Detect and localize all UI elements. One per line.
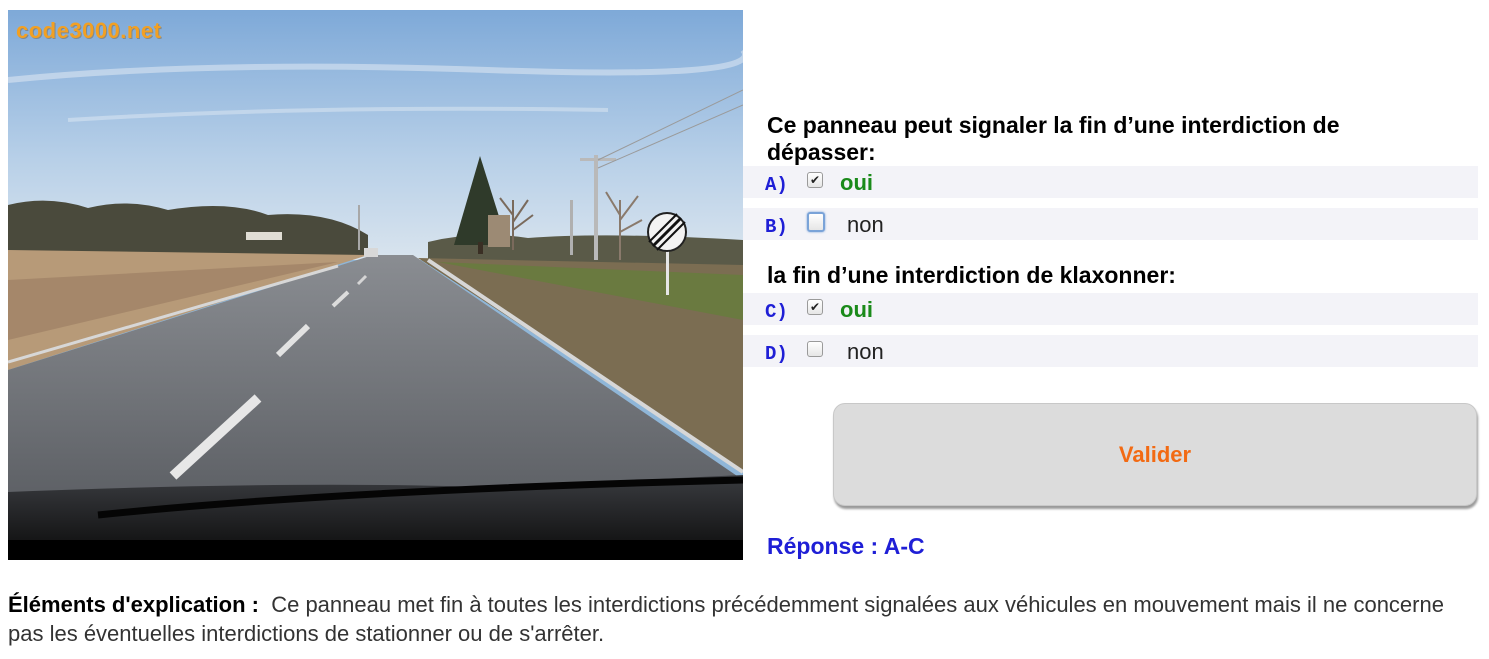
checkbox-b[interactable]	[807, 212, 825, 232]
explanation: Éléments d'explication : Ce panneau met …	[8, 590, 1478, 648]
option-d[interactable]: D) non	[743, 335, 1478, 367]
option-letter: A)	[765, 174, 788, 196]
option-letter: D)	[765, 343, 788, 365]
question-2-title: la fin d’une interdiction de klaxonner:	[767, 262, 1176, 288]
watermark: code3000.net	[16, 18, 162, 43]
checkbox-d[interactable]	[807, 341, 823, 357]
response-text: Réponse : A-C	[767, 533, 925, 559]
road-photo: code3000.net	[8, 10, 743, 560]
option-label: non	[847, 212, 884, 237]
option-c[interactable]: C) oui	[743, 293, 1478, 325]
checkbox-c[interactable]	[807, 299, 823, 315]
option-label: non	[847, 339, 884, 364]
checkbox-a[interactable]	[807, 172, 823, 188]
question-1-title: Ce panneau peut signaler la fin d’une in…	[767, 112, 1340, 165]
option-label: oui	[840, 170, 873, 195]
option-a[interactable]: A) oui	[743, 166, 1478, 198]
road-scene-image	[8, 10, 743, 560]
explanation-label: Éléments d'explication :	[8, 592, 259, 617]
option-label: oui	[840, 297, 873, 322]
option-letter: B)	[765, 216, 788, 238]
option-b[interactable]: B) non	[743, 208, 1478, 240]
option-letter: C)	[765, 301, 788, 323]
validate-button[interactable]: Valider	[833, 403, 1477, 506]
